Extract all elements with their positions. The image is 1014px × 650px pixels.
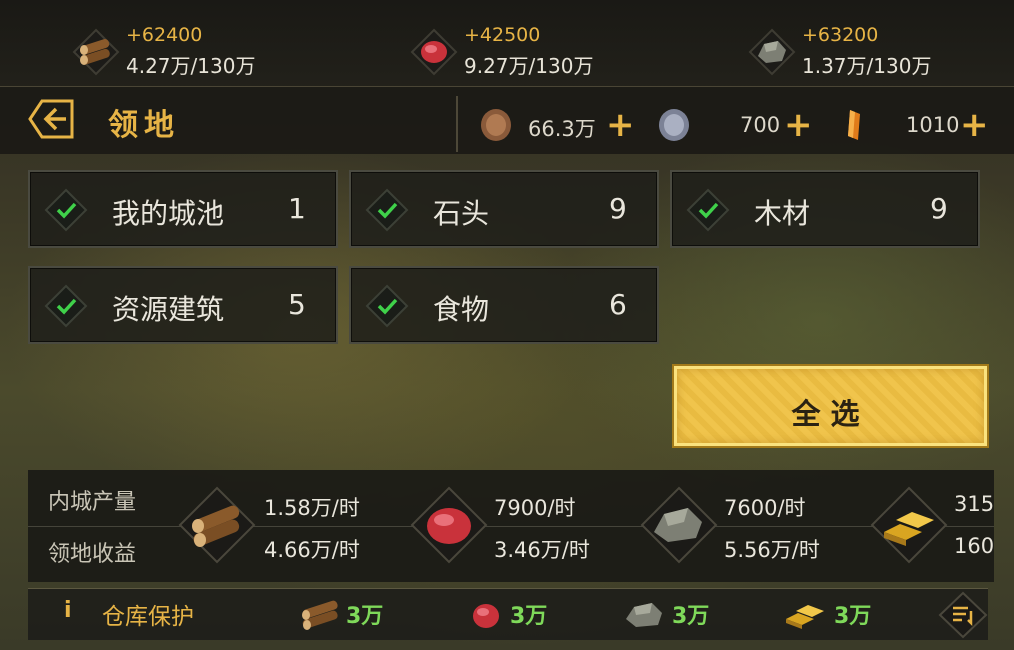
- stone-gain: +63200: [802, 24, 879, 46]
- checkmark-icon: [365, 188, 409, 232]
- add-copper-button[interactable]: +: [606, 105, 635, 145]
- warehouse-protection-bar: i 仓库保护 3万 3万 3万 3万: [28, 588, 988, 640]
- gold-protection-value: 3万: [834, 604, 872, 629]
- stone-icon: [748, 28, 796, 76]
- filter-count: 9: [609, 192, 627, 225]
- stone-protection-value: 3万: [672, 604, 710, 629]
- currency-silver: 700 +: [656, 105, 816, 145]
- warehouse-protection-label: 仓库保护: [102, 604, 194, 630]
- inner-city-output-label: 内城产量: [48, 490, 137, 515]
- checkmark-icon: [365, 284, 409, 328]
- filter-label: 木材: [754, 197, 811, 230]
- stone-amount: 1.37万/130万: [802, 54, 932, 78]
- info-icon[interactable]: i: [64, 598, 72, 623]
- filter-count: 5: [288, 288, 306, 321]
- filter-stone[interactable]: 石头 9: [349, 170, 659, 248]
- filter-label: 食物: [433, 293, 490, 326]
- copper-value: 66.3万: [528, 117, 596, 141]
- meat-icon: [410, 28, 458, 76]
- filter-resource-buildings[interactable]: 资源建筑 5: [28, 266, 338, 344]
- filter-count: 6: [609, 288, 627, 321]
- checkmark-icon: [44, 284, 88, 328]
- gold-bar-icon: [870, 486, 948, 564]
- filter-food[interactable]: 食物 6: [349, 266, 659, 344]
- meat-gain: +42500: [464, 24, 541, 46]
- select-all-label: 全选: [791, 397, 870, 431]
- gold-territory-income: 160: [954, 534, 995, 558]
- gold-inner-output: 315: [954, 492, 995, 516]
- wood-log-icon: [302, 600, 338, 630]
- wood-amount: 4.27万/130万: [126, 54, 256, 78]
- filter-count: 1: [288, 192, 306, 225]
- meat-protection-value: 3万: [510, 604, 548, 629]
- copper-coin-icon: [481, 109, 511, 141]
- meat-inner-output: 7900/时: [494, 496, 576, 520]
- back-arrow-icon[interactable]: [26, 96, 76, 142]
- silver-value: 700: [740, 113, 781, 137]
- silver-coin-icon: [659, 109, 689, 141]
- page-title: 领地: [108, 108, 180, 143]
- wood-territory-income: 4.66万/时: [264, 538, 360, 562]
- sort-icon[interactable]: [938, 591, 988, 639]
- meat-amount: 9.27万/130万: [464, 54, 594, 78]
- row-divider: [28, 526, 994, 527]
- filter-label: 石头: [433, 197, 490, 230]
- currency-gem: 1010 +: [836, 105, 996, 145]
- production-panel: 内城产量 领地收益 1.58万/时 4.66万/时 7900/时 3.46万/时…: [28, 470, 994, 582]
- select-all-button[interactable]: 全选: [674, 366, 987, 446]
- add-gem-button[interactable]: +: [960, 105, 989, 145]
- gem-value: 1010: [906, 113, 960, 137]
- wood-inner-output: 1.58万/时: [264, 496, 360, 520]
- wood-log-icon: [72, 28, 120, 76]
- header-divider: [456, 96, 458, 152]
- wood-log-icon: [178, 486, 256, 564]
- checkmark-icon: [686, 188, 730, 232]
- checkmark-icon: [44, 188, 88, 232]
- stone-icon: [626, 603, 662, 627]
- wood-protection-value: 3万: [346, 604, 384, 629]
- meat-territory-income: 3.46万/时: [494, 538, 590, 562]
- filter-wood[interactable]: 木材 9: [670, 170, 980, 248]
- stone-territory-income: 5.56万/时: [724, 538, 820, 562]
- currency-copper: 66.3万 +: [478, 105, 638, 145]
- wood-gain: +62400: [126, 24, 203, 46]
- add-silver-button[interactable]: +: [784, 105, 813, 145]
- filter-my-cities[interactable]: 我的城池 1: [28, 170, 338, 248]
- meat-icon: [473, 604, 499, 628]
- territory-income-label: 领地收益: [48, 542, 137, 567]
- filter-label: 资源建筑: [112, 293, 225, 326]
- filter-count: 9: [930, 192, 948, 225]
- meat-icon: [410, 486, 488, 564]
- amber-gem-icon: [848, 110, 860, 140]
- filter-label: 我的城池: [112, 197, 225, 230]
- gold-bar-icon: [786, 605, 824, 629]
- stone-inner-output: 7600/时: [724, 496, 806, 520]
- stone-icon: [640, 486, 718, 564]
